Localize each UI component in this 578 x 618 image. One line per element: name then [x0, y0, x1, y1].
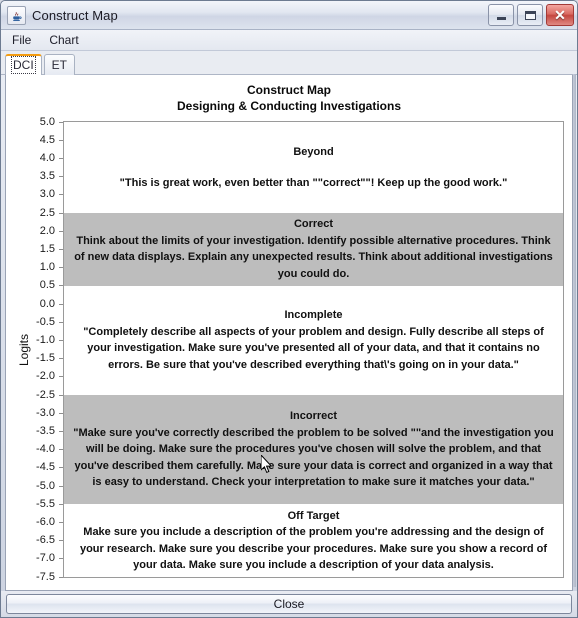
construct-band: Incorrect "Make sure you've correctly des… — [64, 395, 563, 505]
y-axis-tick-label: 0.0 — [39, 297, 55, 310]
construct-band-label: Incorrect — [289, 410, 338, 423]
java-coffee-cup-icon — [7, 5, 26, 25]
window-title: Construct Map — [32, 7, 118, 23]
y-axis-tick-label: 2.5 — [39, 206, 55, 219]
construct-band-description: "This is great work, even better than ""… — [119, 176, 508, 189]
construct-map-window: Construct Map ✕ File Chart DCI ET Constr — [0, 0, 578, 618]
construct-band-description: Think about the limits of your investiga… — [74, 234, 553, 280]
tab-bar: DCI ET — [1, 51, 577, 75]
y-axis-tick-label: -3.5 — [36, 424, 55, 437]
footer-bar: Close — [1, 591, 577, 617]
tab-dci-label: DCI — [11, 56, 36, 74]
construct-band: Beyond "This is great work, even better t… — [64, 122, 563, 213]
panel-edge-rail — [573, 74, 576, 587]
construct-band-label: Incomplete — [284, 309, 343, 322]
maximize-icon — [524, 10, 536, 20]
construct-band-label: Correct — [293, 218, 334, 231]
y-axis-tick-label: -3.0 — [36, 406, 55, 419]
y-axis-tick-label: 1.0 — [39, 261, 55, 274]
chart-subtitle: Designing & Conducting Investigations — [176, 99, 401, 113]
plot-area: Beyond "This is great work, even better t… — [63, 121, 564, 578]
tab-et[interactable]: ET — [43, 54, 76, 75]
minimize-button[interactable] — [488, 4, 514, 26]
minimize-icon — [496, 16, 506, 20]
menu-item-chart[interactable]: Chart — [44, 32, 87, 49]
y-axis-tick-label: -6.5 — [36, 534, 55, 547]
close-window-button[interactable]: ✕ — [546, 4, 574, 26]
construct-band-description: "Make sure you've correctly described th… — [73, 426, 554, 489]
y-axis-tick-label: 4.5 — [39, 133, 55, 146]
y-axis-tick-label: -2.0 — [36, 370, 55, 383]
y-axis-tick-label: -4.0 — [36, 443, 55, 456]
construct-map-chart: Construct Map Designing & Conducting Inv… — [6, 75, 572, 590]
construct-band-description: Make sure you include a description of t… — [79, 526, 548, 572]
y-axis-tick-label: -5.5 — [36, 497, 55, 510]
y-axis-tick-label: 1.5 — [39, 242, 55, 255]
window-controls: ✕ — [488, 4, 574, 26]
menu-item-file[interactable]: File — [7, 32, 40, 49]
y-axis-tick-label: -4.5 — [36, 461, 55, 474]
y-axis-tick-label: -5.0 — [36, 479, 55, 492]
close-icon: ✕ — [554, 7, 566, 23]
y-axis-tick-label: 3.5 — [39, 170, 55, 183]
chart-title: Construct Map — [247, 83, 331, 97]
y-axis-tick-label: 2.0 — [39, 224, 55, 237]
menu-bar: File Chart — [1, 30, 577, 51]
y-axis-tick-label: 3.0 — [39, 188, 55, 201]
y-axis-tick-label: 4.0 — [39, 151, 55, 164]
y-axis-tick-label: -7.5 — [36, 570, 55, 583]
y-axis: Logits 5.0 4.5 4.0 3.5 3.0 2.5 2.0 1.5 1.0 0.5 0.0… — [6, 116, 63, 582]
construct-band: Correct Think about the limits of your in… — [64, 213, 563, 286]
construct-band-description: "Completely describe all aspects of your… — [83, 325, 544, 371]
construct-band: Off Target Make sure you include a descri… — [64, 504, 563, 577]
y-axis-tick-label: -2.5 — [36, 388, 55, 401]
y-axis-tick-label: -6.0 — [36, 515, 55, 528]
tab-et-label: ET — [51, 58, 68, 72]
tab-dci[interactable]: DCI — [5, 54, 42, 75]
y-axis-tick-label: -7.0 — [36, 552, 55, 565]
construct-band: Incomplete "Completely describe all aspec… — [64, 285, 563, 395]
y-axis-label: Logits — [17, 333, 32, 366]
chart-panel: Construct Map Designing & Conducting Inv… — [5, 75, 573, 591]
y-axis-tick-label: 0.5 — [39, 279, 55, 292]
y-axis-tick-label: -0.5 — [36, 315, 55, 328]
maximize-button[interactable] — [517, 4, 543, 26]
construct-band-label: Off Target — [287, 509, 340, 522]
close-button[interactable]: Close — [6, 594, 572, 614]
y-axis-tick-label: -1.5 — [36, 352, 55, 365]
y-axis-tick-label: 5.0 — [39, 115, 55, 128]
construct-band-label: Beyond — [293, 146, 334, 158]
title-bar[interactable]: Construct Map ✕ — [1, 1, 577, 30]
y-axis-tick-label: -1.0 — [36, 333, 55, 346]
